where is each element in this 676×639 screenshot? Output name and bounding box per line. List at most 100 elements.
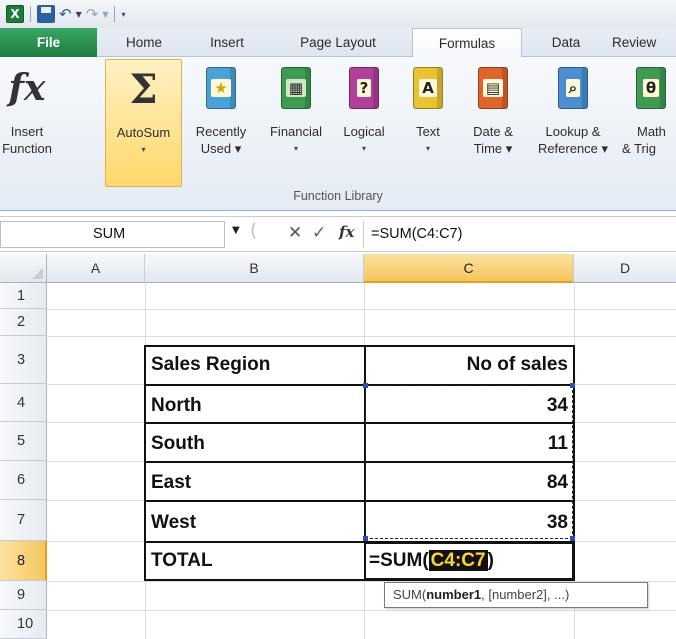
- row-header-2[interactable]: 2: [0, 309, 47, 336]
- cell-b6[interactable]: East: [151, 472, 191, 494]
- cell-b3[interactable]: Sales Region: [151, 354, 270, 376]
- math-trig-icon: θ: [636, 67, 666, 109]
- math-trig-button[interactable]: θ Math & Trig: [620, 59, 676, 187]
- recently-used-icon: ★: [206, 67, 236, 109]
- chevron-down-icon: ▾: [141, 145, 146, 154]
- marquee-handle[interactable]: [363, 536, 368, 541]
- column-header-a[interactable]: A: [47, 254, 145, 283]
- ribbon-formulas: fx Insert Function Σ AutoSum ▾ ★ Recently U…: [0, 57, 676, 211]
- tab-review[interactable]: Review: [612, 28, 676, 57]
- row-header-8[interactable]: 8: [0, 541, 47, 581]
- text-icon: A: [413, 67, 443, 109]
- date-time-icon: ▤: [478, 67, 508, 109]
- table-border: [144, 345, 146, 581]
- redo-icon[interactable]: ↷: [86, 5, 99, 23]
- financial-button[interactable]: ▦ Financial ▾: [259, 59, 333, 187]
- function-arguments-tooltip[interactable]: SUM(number1, [number2], ...): [384, 582, 648, 608]
- marquee-handle[interactable]: [570, 536, 575, 541]
- button-label: Used ▾: [200, 141, 242, 156]
- button-label: Time ▾: [473, 141, 513, 156]
- row-header-9[interactable]: 9: [0, 581, 47, 610]
- tooltip-other-arguments: , [number2], ...): [481, 587, 570, 602]
- cell-c8-formula[interactable]: =SUM(C4:C7): [369, 547, 494, 575]
- insert-function-icon: fx: [8, 66, 46, 109]
- column-header-c[interactable]: C: [364, 254, 574, 283]
- financial-icon: ▦: [281, 67, 311, 109]
- button-label: Recently: [195, 124, 247, 139]
- marquee-handle[interactable]: [570, 383, 575, 388]
- recently-used-button[interactable]: ★ Recently Used ▾: [186, 59, 256, 187]
- row-header-1[interactable]: 1: [0, 283, 47, 309]
- button-label: Insert: [10, 124, 44, 139]
- row-header-5[interactable]: 5: [0, 422, 47, 461]
- enter-icon[interactable]: ✓: [312, 223, 326, 243]
- redo-dropdown-icon[interactable]: ▼: [102, 10, 108, 19]
- logical-icon: ?: [349, 67, 379, 109]
- separator: [30, 6, 31, 22]
- date-time-button[interactable]: ▤ Date & Time ▾: [462, 59, 524, 187]
- row-header-10[interactable]: 10: [0, 610, 47, 639]
- row-header-7[interactable]: 7: [0, 500, 47, 541]
- chevron-down-icon: ▾: [293, 144, 298, 153]
- gridline: [47, 309, 676, 310]
- autosum-button[interactable]: Σ AutoSum ▾: [105, 59, 182, 187]
- tab-file[interactable]: File: [0, 28, 97, 57]
- excel-icon[interactable]: X: [6, 5, 24, 23]
- logical-button[interactable]: ? Logical ▾: [335, 59, 393, 187]
- button-label: Reference ▾: [537, 141, 609, 156]
- reference-marquee: [365, 385, 573, 539]
- marquee-handle[interactable]: [363, 383, 368, 388]
- tab-page-layout[interactable]: Page Layout: [274, 28, 402, 57]
- button-label: Lookup &: [545, 124, 601, 139]
- button-label: Text: [416, 124, 440, 139]
- button-label: Date &: [473, 124, 513, 139]
- cell-b4[interactable]: North: [151, 395, 202, 417]
- text-button[interactable]: A Text ▾: [406, 59, 450, 187]
- row-header-6[interactable]: 6: [0, 461, 47, 500]
- sigma-icon: Σ: [129, 65, 158, 113]
- button-label: AutoSum: [116, 125, 171, 140]
- gridline: [47, 610, 676, 611]
- button-label: Math: [637, 124, 666, 139]
- button-label: Function: [2, 141, 52, 156]
- select-all-button[interactable]: [0, 254, 47, 283]
- chevron-down-icon: ▾: [425, 144, 430, 153]
- customize-quick-access-icon[interactable]: ▾: [121, 10, 125, 19]
- tab-home[interactable]: Home: [108, 28, 180, 57]
- formula-bar: SUM ▼ ( ✕ ✓ fx =SUM(C4:C7): [0, 216, 676, 252]
- column-header-d[interactable]: D: [574, 254, 676, 283]
- lookup-reference-button[interactable]: ⌕ Lookup & Reference ▾: [530, 59, 616, 187]
- row-header-4[interactable]: 4: [0, 384, 47, 422]
- tab-data[interactable]: Data: [530, 28, 602, 57]
- cell-b8[interactable]: TOTAL: [151, 550, 213, 572]
- formula-input[interactable]: =SUM(C4:C7): [371, 221, 671, 248]
- name-box-dropdown-icon[interactable]: ▼: [232, 225, 240, 236]
- name-box[interactable]: SUM: [0, 221, 225, 248]
- button-label: & Trig: [622, 141, 656, 156]
- cell-c3[interactable]: No of sales: [370, 354, 568, 376]
- function-library-group-label: Function Library: [293, 189, 383, 203]
- button-label: Financial: [269, 124, 323, 139]
- insert-function-button[interactable]: fx Insert Function: [0, 59, 54, 187]
- chevron-down-icon: ▾: [361, 144, 366, 153]
- cancel-icon[interactable]: ✕: [288, 223, 302, 243]
- save-icon[interactable]: [37, 5, 55, 23]
- tab-insert[interactable]: Insert: [190, 28, 264, 57]
- cell-b7[interactable]: West: [151, 512, 196, 534]
- formula-suffix: ): [487, 550, 494, 571]
- book-glyph: θ: [642, 79, 660, 97]
- ribbon-tabs: File Home Insert Page Layout Formulas Da…: [0, 28, 676, 58]
- formula-prefix: =SUM(: [369, 550, 429, 571]
- separator: [363, 221, 364, 248]
- column-header-b[interactable]: B: [145, 254, 364, 283]
- button-label: Logical: [343, 124, 385, 139]
- tooltip-function-name: SUM(: [393, 587, 427, 602]
- book-glyph: ?: [356, 79, 372, 97]
- insert-function-icon[interactable]: fx: [339, 223, 354, 241]
- row-header-3[interactable]: 3: [0, 336, 47, 384]
- cell-b5[interactable]: South: [151, 433, 205, 455]
- undo-icon[interactable]: ↶: [59, 5, 72, 23]
- undo-dropdown-icon[interactable]: ▼: [76, 10, 82, 19]
- lookup-reference-icon: ⌕: [558, 67, 588, 109]
- tab-formulas[interactable]: Formulas: [412, 28, 522, 58]
